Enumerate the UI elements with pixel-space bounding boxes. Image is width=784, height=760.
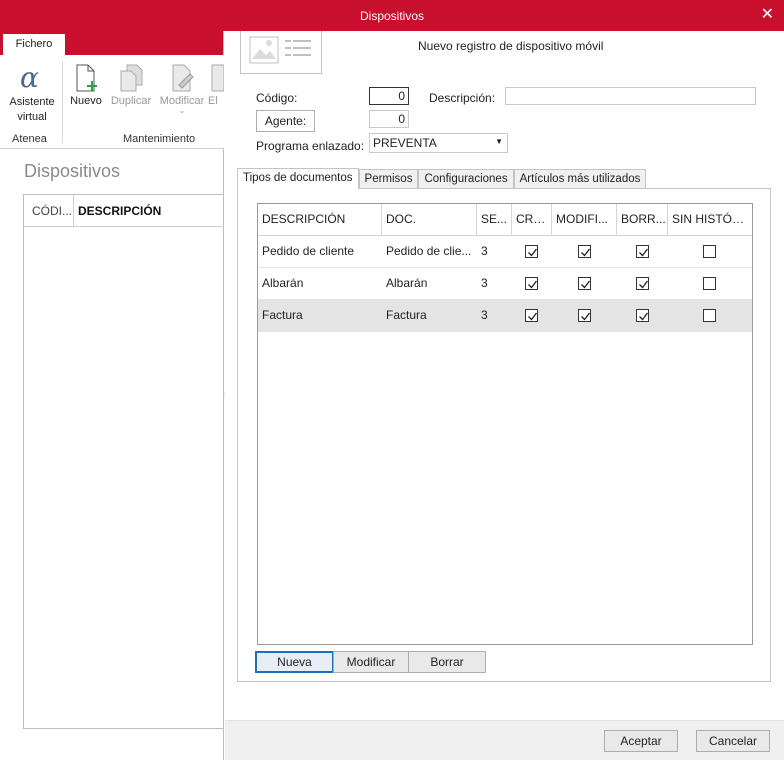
tab-fichero[interactable]: Fichero (3, 34, 65, 55)
column-sin-historico[interactable]: SIN HISTÓRI... (668, 204, 752, 236)
column-descripcion[interactable]: DESCRIPCIÓN (74, 195, 161, 226)
checkbox-borrar[interactable] (636, 277, 649, 290)
checkmark-icon (639, 280, 649, 289)
cancelar-button[interactable]: Cancelar (696, 730, 770, 752)
cell-descripcion[interactable]: Pedido de cliente (258, 236, 382, 268)
new-document-icon (64, 61, 108, 95)
checkmark-icon (528, 248, 538, 257)
grid-modificar-button[interactable]: Modificar (333, 651, 409, 673)
ribbon-separator (62, 61, 63, 143)
modificar-button[interactable]: Modificar ⌄ (156, 61, 208, 115)
programa-value: PREVENTA (373, 136, 437, 150)
form-panel: Nuevo registro de dispositivo móvil Códi… (225, 31, 784, 760)
tab-configuraciones[interactable]: Configuraciones (418, 169, 514, 189)
checkbox-sin-historico[interactable] (703, 277, 716, 290)
column-doc[interactable]: DOC. (382, 204, 477, 236)
tab-tipos-documentos[interactable]: Tipos de documentos (237, 168, 359, 189)
duplicar-button[interactable]: Duplicar (107, 61, 155, 107)
column-borrar[interactable]: BORR... (617, 204, 668, 236)
cell-descripcion[interactable]: Albarán (258, 268, 382, 300)
checkmark-icon (639, 248, 649, 257)
checkbox-modificar[interactable] (578, 277, 591, 290)
edit-document-icon (156, 61, 208, 95)
eliminar-button[interactable]: El (208, 61, 224, 107)
image-icon (249, 36, 311, 64)
nuevo-label: Nuevo (70, 95, 102, 107)
cell-doc[interactable]: Pedido de clie... (382, 236, 477, 268)
descripcion-label: Descripción: (429, 91, 496, 105)
checkmark-icon (528, 280, 538, 289)
cell-doc[interactable]: Factura (382, 300, 477, 332)
image-placeholder[interactable] (240, 31, 322, 74)
left-panel: Fichero α Asistente virtual Nuevo Duplic… (0, 31, 224, 760)
dropdown-arrow-icon: ▼ (495, 137, 503, 146)
list-header: CÓDI... DESCRIPCIÓN (24, 195, 224, 227)
checkbox-crear[interactable] (525, 309, 538, 322)
column-crear[interactable]: CRE... (512, 204, 552, 236)
tab-strip: Tipos de documentos Permisos Configuraci… (237, 168, 647, 189)
checkmark-icon (581, 280, 591, 289)
cell-doc[interactable]: Albarán (382, 268, 477, 300)
tab-permisos[interactable]: Permisos (358, 169, 419, 189)
codigo-label: Código: (256, 91, 298, 105)
column-descripcion[interactable]: DESCRIPCIÓN (258, 204, 382, 236)
nuevo-button[interactable]: Nuevo (64, 61, 108, 107)
column-modificar[interactable]: MODIFI... (552, 204, 617, 236)
window-title: Dispositivos (359, 9, 425, 23)
cell-serie[interactable]: 3 (477, 236, 512, 268)
agente-field[interactable]: 0 (369, 110, 409, 128)
cell-serie[interactable]: 3 (477, 300, 512, 332)
tab-panel: DESCRIPCIÓN DOC. SE... CRE... MODIFI... … (237, 188, 771, 682)
tab-articulos[interactable]: Artículos más utilizados (513, 169, 647, 189)
descripcion-field[interactable] (505, 87, 756, 105)
form-title: Nuevo registro de dispositivo móvil (418, 39, 604, 53)
cell-serie[interactable]: 3 (477, 268, 512, 300)
column-serie[interactable]: SE... (477, 204, 512, 236)
checkbox-crear[interactable] (525, 277, 538, 290)
programa-label: Programa enlazado: (256, 139, 365, 153)
duplicar-label: Duplicar (110, 95, 152, 107)
programa-select[interactable]: PREVENTA ▼ (369, 133, 508, 153)
agente-button[interactable]: Agente: (256, 110, 315, 132)
checkmark-icon (639, 312, 649, 321)
checkbox-crear[interactable] (525, 245, 538, 258)
checkbox-sin-historico[interactable] (703, 245, 716, 258)
chevron-down-icon: ⌄ (178, 106, 186, 115)
table-row[interactable]: Albarán Albarán 3 (258, 268, 752, 300)
checkmark-icon (581, 248, 591, 257)
asistente-virtual-label: Asistente virtual (9, 96, 55, 123)
table-row[interactable]: Pedido de cliente Pedido de clie... 3 (258, 236, 752, 268)
close-icon[interactable]: ✕ (761, 4, 774, 24)
documents-grid[interactable]: DESCRIPCIÓN DOC. SE... CRE... MODIFI... … (257, 203, 753, 645)
codigo-field[interactable]: 0 (369, 87, 409, 105)
dialog-button-bar: Aceptar Cancelar (225, 720, 784, 760)
checkbox-modificar[interactable] (578, 309, 591, 322)
checkmark-icon (528, 312, 538, 321)
devices-list[interactable]: CÓDI... DESCRIPCIÓN (23, 194, 224, 729)
group-atenea: Atenea (12, 133, 47, 145)
column-codigo[interactable]: CÓDI... (24, 195, 74, 226)
page-title: Dispositivos (24, 161, 121, 181)
cell-descripcion[interactable]: Factura (258, 300, 382, 332)
group-mantenimiento: Mantenimiento (123, 133, 196, 145)
checkbox-borrar[interactable] (636, 245, 649, 258)
nueva-button[interactable]: Nueva (255, 651, 334, 673)
ribbon-tab-strip: Fichero (0, 31, 223, 55)
checkmark-icon (581, 312, 591, 321)
duplicate-icon (107, 61, 155, 95)
alpha-icon: α (6, 61, 58, 95)
aceptar-button[interactable]: Aceptar (604, 730, 678, 752)
checkbox-modificar[interactable] (578, 245, 591, 258)
svg-text:α: α (20, 63, 39, 93)
eliminar-label: El (208, 95, 218, 107)
checkbox-sin-historico[interactable] (703, 309, 716, 322)
ribbon: α Asistente virtual Nuevo Duplicar Modif… (0, 55, 224, 149)
asistente-virtual-button[interactable]: α Asistente virtual (6, 61, 58, 125)
title-bar: Dispositivos ✕ (0, 0, 784, 31)
checkbox-borrar[interactable] (636, 309, 649, 322)
table-row[interactable]: Factura Factura 3 (258, 300, 752, 332)
grid-header: DESCRIPCIÓN DOC. SE... CRE... MODIFI... … (258, 204, 752, 236)
borrar-button[interactable]: Borrar (408, 651, 486, 673)
delete-document-icon (208, 61, 224, 95)
